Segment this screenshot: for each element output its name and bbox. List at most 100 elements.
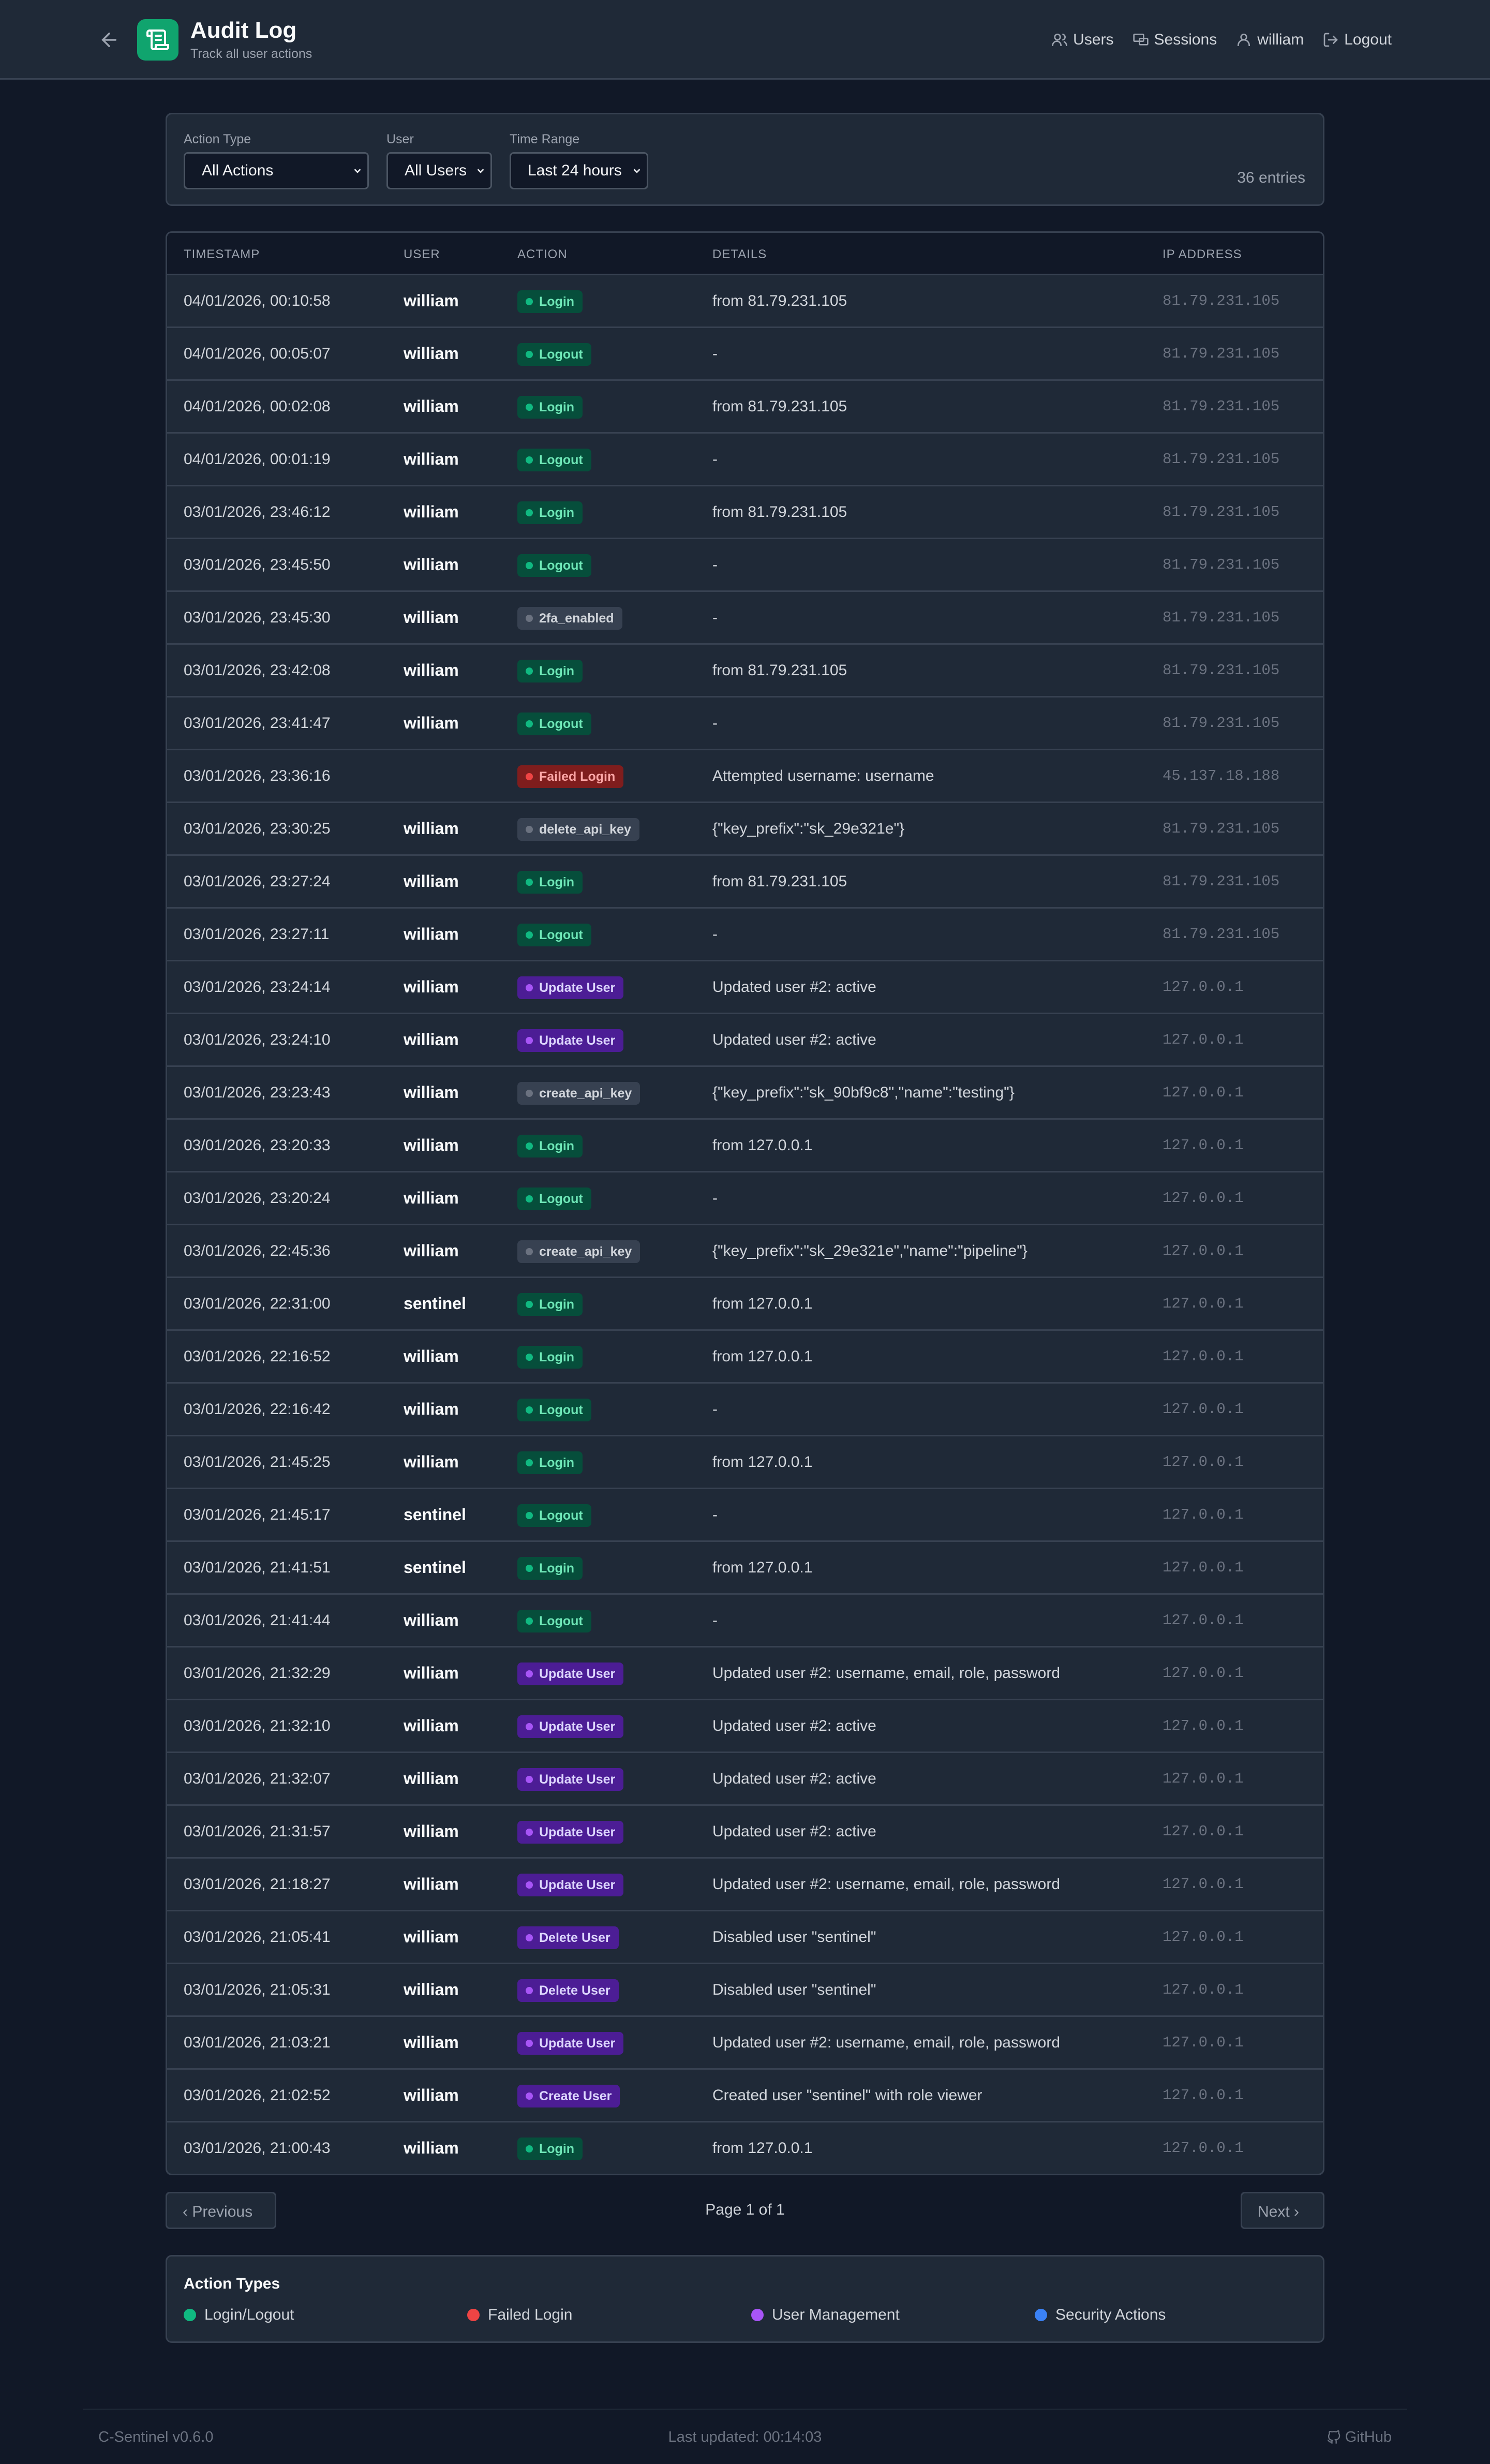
row-details: -: [712, 926, 718, 943]
github-link[interactable]: GitHub: [1327, 2429, 1392, 2446]
row-timestamp: 04/01/2026, 00:10:58: [184, 292, 331, 309]
row-details: -: [712, 609, 718, 626]
action-label: Login: [539, 875, 575, 890]
row-timestamp: 03/01/2026, 23:42:08: [184, 662, 331, 679]
action-dot: [526, 298, 533, 306]
action-label: Logout: [539, 347, 583, 362]
row-action: Logout: [517, 1172, 591, 1224]
action-dot: [526, 879, 533, 886]
table-row: 03/01/2026, 21:18:27 william Update User Up…: [167, 1859, 1323, 1911]
row-timestamp: 03/01/2026, 21:03:21: [184, 2034, 331, 2051]
action-dot: [526, 1090, 533, 1097]
back-arrow-icon[interactable]: [98, 29, 120, 51]
action-label: delete_api_key: [539, 822, 631, 837]
scroll-icon: [146, 29, 169, 50]
row-details: from 81.79.231.105: [712, 662, 847, 679]
action-dot: [526, 562, 533, 570]
row-details: Disabled user "sentinel": [712, 1928, 876, 1946]
row-action: Logout: [517, 909, 591, 960]
row-action: Delete User: [517, 1911, 619, 1963]
action-dot: [526, 1459, 533, 1467]
table-row: 03/01/2026, 23:41:47 william Logout - 81.79.…: [167, 697, 1323, 750]
row-ip-address: 127.0.0.1: [1163, 1242, 1244, 1259]
action-label: Login: [539, 1350, 575, 1365]
time-range-select[interactable]: Last 24 hours: [510, 152, 648, 189]
row-user: william: [404, 661, 459, 679]
user-select[interactable]: All Users: [386, 152, 492, 189]
nav-users[interactable]: Users: [1051, 29, 1114, 51]
nav-sessions[interactable]: Sessions: [1133, 29, 1217, 51]
row-timestamp: 03/01/2026, 23:30:25: [184, 820, 331, 837]
nav-sessions-label: Sessions: [1154, 31, 1217, 48]
action-label: Update User: [539, 1667, 616, 1682]
row-user: william: [404, 1083, 459, 1102]
row-user: william: [404, 1875, 459, 1893]
row-details: -: [712, 556, 718, 573]
row-ip-address: 81.79.231.105: [1163, 292, 1280, 309]
action-label: Logout: [539, 717, 583, 732]
row-details: Updated user #2: active: [712, 1031, 876, 1048]
row-timestamp: 04/01/2026, 00:02:08: [184, 398, 331, 415]
col-details: DETAILS: [712, 247, 767, 261]
action-label: create_api_key: [539, 1086, 632, 1101]
row-ip-address: 127.0.0.1: [1163, 1401, 1244, 1418]
action-dot: [526, 404, 533, 411]
row-action: Logout: [517, 328, 591, 379]
last-updated: Last updated: 00:14:03: [668, 2429, 822, 2445]
table-body: 04/01/2026, 00:10:58 william Login from 81.…: [167, 275, 1323, 2174]
table-row: 03/01/2026, 23:42:08 william Login from 81.…: [167, 645, 1323, 697]
action-label: Delete User: [539, 1983, 610, 1998]
action-dot: [526, 984, 533, 992]
action-label: 2fa_enabled: [539, 611, 614, 626]
row-details: Attempted username: username: [712, 767, 934, 784]
row-action: Login: [517, 1436, 583, 1488]
row-details: -: [712, 1506, 718, 1523]
table-row: 03/01/2026, 23:23:43 william create_api_ke…: [167, 1067, 1323, 1120]
chevron-right-icon: ›: [1294, 2203, 1300, 2220]
legend-item-failed-login: Failed Login: [467, 2306, 572, 2324]
page-title: Audit Log: [190, 18, 297, 43]
table-row: 03/01/2026, 21:31:57 william Update User Up…: [167, 1806, 1323, 1859]
row-action: Delete User: [517, 1964, 619, 2015]
users-icon: [1052, 34, 1067, 46]
action-type-select[interactable]: All Actions: [184, 152, 369, 189]
action-label: Login: [539, 664, 575, 679]
action-badge: Delete User: [517, 1926, 619, 1950]
action-dot: [526, 1617, 533, 1625]
row-ip-address: 127.0.0.1: [1163, 1559, 1244, 1576]
nav-logout[interactable]: Logout: [1322, 29, 1392, 51]
action-badge: Login: [517, 1346, 583, 1369]
row-details: from 81.79.231.105: [712, 398, 847, 415]
action-dot: [526, 2040, 533, 2047]
row-timestamp: 03/01/2026, 23:27:11: [184, 926, 330, 943]
action-dot: [526, 351, 533, 359]
row-user: william: [404, 1136, 459, 1154]
row-action: Login: [517, 645, 583, 696]
row-action: Logout: [517, 1595, 591, 1646]
row-timestamp: 03/01/2026, 23:36:16: [184, 767, 331, 784]
nav-user-profile[interactable]: william: [1235, 29, 1304, 51]
action-dot: [526, 615, 533, 622]
row-ip-address: 81.79.231.105: [1163, 556, 1280, 573]
row-timestamp: 03/01/2026, 23:20:33: [184, 1137, 331, 1154]
row-ip-address: 127.0.0.1: [1163, 1295, 1244, 1312]
next-button[interactable]: Next ›: [1241, 2192, 1324, 2229]
row-details: Updated user #2: active: [712, 1770, 876, 1787]
table-row: 03/01/2026, 22:45:36 william create_api_ke…: [167, 1225, 1323, 1278]
action-badge: Login: [517, 1557, 583, 1580]
row-timestamp: 04/01/2026, 00:05:07: [184, 345, 331, 362]
time-range-label: Time Range: [510, 132, 580, 146]
row-details: Updated user #2: active: [712, 978, 876, 996]
row-details: -: [712, 1612, 718, 1629]
row-ip-address: 127.0.0.1: [1163, 2034, 1244, 2051]
row-timestamp: 03/01/2026, 22:16:42: [184, 1401, 331, 1418]
row-timestamp: 03/01/2026, 23:45:30: [184, 609, 331, 626]
action-dot: [526, 1776, 533, 1784]
action-badge: Logout: [517, 1504, 591, 1527]
row-details: {"key_prefix":"sk_90bf9c8","name":"testi…: [712, 1084, 1015, 1101]
row-timestamp: 03/01/2026, 21:32:07: [184, 1770, 331, 1787]
action-label: Logout: [539, 1614, 583, 1629]
action-label: Login: [539, 506, 575, 521]
row-action: Login: [517, 1331, 583, 1382]
row-timestamp: 03/01/2026, 23:24:14: [184, 978, 331, 996]
